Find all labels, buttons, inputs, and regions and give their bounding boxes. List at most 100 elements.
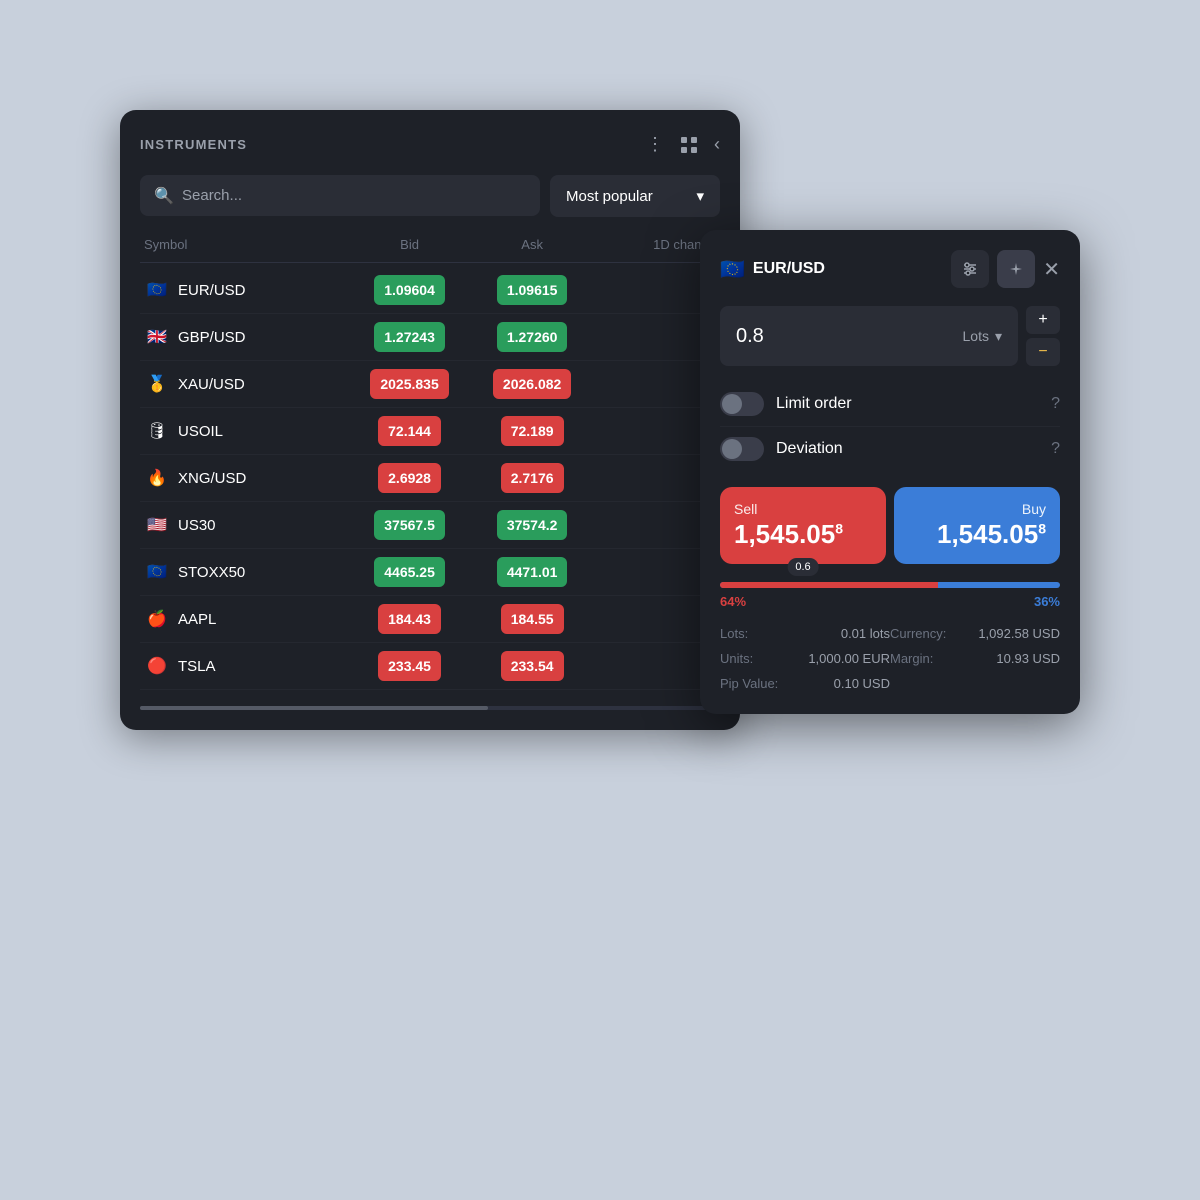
info-label: Units: (720, 651, 753, 666)
instrument-flag: 🥇 (144, 371, 170, 397)
instrument-row[interactable]: 🔥 XNG/USD 2.6928 2.7176 (140, 455, 720, 502)
bid-price: 1.09604 (374, 275, 445, 305)
instrument-row[interactable]: 🍎 AAPL 184.43 184.55 (140, 596, 720, 643)
quantity-value: 0.8 (736, 325, 764, 348)
info-label: Margin: (890, 651, 933, 666)
buy-price-dec: 05 (1009, 519, 1038, 549)
lots-chevron-icon: ▾ (995, 328, 1002, 345)
instrument-symbol: USOIL (178, 423, 223, 440)
sentiment-bar (720, 582, 1060, 588)
info-value: 0.10 USD (834, 676, 890, 691)
sentiment-sell-pct: 64% (720, 594, 746, 609)
info-grid: Lots: 0.01 lots Currency: 1,092.58 USD U… (720, 623, 1060, 694)
col-change: 1D change (593, 237, 716, 252)
instrument-flag: 🍎 (144, 606, 170, 632)
bid-price: 2025.835 (370, 369, 448, 399)
col-symbol: Symbol (144, 237, 348, 252)
ask-price: 4471.01 (497, 557, 568, 587)
instrument-symbol: XNG/USD (178, 470, 246, 487)
search-filter-row: 🔍 Most popular ▾ (140, 175, 720, 217)
info-value: 0.01 lots (841, 626, 890, 641)
instrument-flag: 🇪🇺 (144, 559, 170, 585)
bid-price: 233.45 (378, 651, 441, 681)
ask-price: 2.7176 (501, 463, 564, 493)
ask-price: 233.54 (501, 651, 564, 681)
instrument-symbol: TSLA (178, 658, 216, 675)
instrument-name: 🇪🇺 EUR/USD (144, 277, 348, 303)
buy-button[interactable]: Buy 1,545.058 (894, 487, 1060, 564)
instrument-flag: 🇬🇧 (144, 324, 170, 350)
close-button[interactable]: ✕ (1043, 257, 1060, 282)
more-options-button[interactable]: ⋮ (646, 134, 664, 155)
filter-dropdown[interactable]: Most popular ▾ (550, 175, 720, 217)
buy-price: 1,545.058 (908, 519, 1046, 550)
instrument-row[interactable]: 🇪🇺 STOXX50 4465.25 4471.01 (140, 549, 720, 596)
sell-price-main: 1,545. (734, 519, 806, 549)
panel-header: INSTRUMENTS ⋮ ‹ (140, 134, 720, 155)
info-value: 1,000.00 EUR (808, 651, 890, 666)
sell-button[interactable]: Sell 1,545.058 0.6 (720, 487, 886, 564)
deviation-label: Deviation (776, 440, 1039, 458)
instrument-symbol: GBP/USD (178, 329, 246, 346)
info-label: Pip Value: (720, 676, 778, 691)
collapse-button[interactable]: ‹ (714, 134, 720, 155)
sentiment-bar-wrapper: 64% 36% (720, 582, 1060, 609)
sell-price: 1,545.058 (734, 519, 872, 550)
sentiment-bar-fill (720, 582, 938, 588)
info-row: Currency: 1,092.58 USD (890, 623, 1060, 644)
deviation-toggle[interactable] (720, 437, 764, 461)
instrument-symbol: STOXX50 (178, 564, 245, 581)
increment-button[interactable]: + (1026, 306, 1060, 334)
search-input[interactable] (140, 175, 540, 216)
search-icon: 🔍 (154, 186, 174, 206)
sell-price-sup: 8 (835, 520, 843, 536)
instrument-row[interactable]: 🥇 XAU/USD 2025.835 2026.082 (140, 361, 720, 408)
instrument-name: 🛢 USOIL (144, 418, 348, 444)
scrollbar-thumb (140, 706, 488, 710)
sell-label: Sell (734, 501, 872, 517)
ask-price: 1.27260 (497, 322, 568, 352)
instrument-row[interactable]: 🇪🇺 EUR/USD 1.09604 1.09615 (140, 267, 720, 314)
quantity-row: 0.8 Lots ▾ + − (720, 306, 1060, 366)
instrument-row[interactable]: 🛢 USOIL 72.144 72.189 (140, 408, 720, 455)
instrument-symbol: XAU/USD (178, 376, 245, 393)
limit-order-toggle[interactable] (720, 392, 764, 416)
filter-label: Most popular (566, 188, 653, 205)
grid-view-button[interactable] (680, 136, 698, 154)
ask-price: 184.55 (501, 604, 564, 634)
instrument-name: 🇪🇺 STOXX50 (144, 559, 348, 585)
lots-selector[interactable]: Lots ▾ (963, 328, 1003, 345)
lots-label: Lots (963, 328, 989, 344)
toggle-knob (722, 394, 742, 414)
stepper-col: + − (1026, 306, 1060, 366)
limit-order-help-icon[interactable]: ? (1051, 395, 1060, 413)
info-row: Margin: 10.93 USD (890, 648, 1060, 669)
instrument-row[interactable]: 🇺🇸 US30 37567.5 37574.2 (140, 502, 720, 549)
limit-order-label: Limit order (776, 395, 1039, 413)
buy-label: Buy (908, 501, 1046, 517)
filter-settings-button[interactable] (951, 250, 989, 288)
bid-price: 1.27243 (374, 322, 445, 352)
info-label: Currency: (890, 626, 946, 641)
sparkle-button[interactable] (997, 250, 1035, 288)
instrument-row[interactable]: 🔴 TSLA 233.45 233.54 (140, 643, 720, 690)
bid-price: 4465.25 (374, 557, 445, 587)
bid-price: 184.43 (378, 604, 441, 634)
instrument-list: 🇪🇺 EUR/USD 1.09604 1.09615 🇬🇧 GBP/USD 1.… (140, 267, 720, 690)
instrument-flag: 🛢 (144, 418, 170, 444)
sentiment-buy-pct: 36% (1034, 594, 1060, 609)
ask-price: 1.09615 (497, 275, 568, 305)
trading-header: 🇪🇺 EUR/USD (720, 250, 1060, 288)
info-row: Lots: 0.01 lots (720, 623, 890, 644)
scrollbar-track[interactable] (140, 706, 720, 710)
instrument-name: 🇬🇧 GBP/USD (144, 324, 348, 350)
instrument-flag: 🔥 (144, 465, 170, 491)
quantity-input-wrapper[interactable]: 0.8 Lots ▾ (720, 306, 1018, 366)
bid-price: 2.6928 (378, 463, 441, 493)
instrument-row[interactable]: 🇬🇧 GBP/USD 1.27243 1.27260 (140, 314, 720, 361)
decrement-button[interactable]: − (1026, 338, 1060, 366)
spread-badge: 0.6 (787, 558, 818, 576)
deviation-row: Deviation ? (720, 427, 1060, 471)
deviation-help-icon[interactable]: ? (1051, 440, 1060, 458)
ask-price: 37574.2 (497, 510, 568, 540)
